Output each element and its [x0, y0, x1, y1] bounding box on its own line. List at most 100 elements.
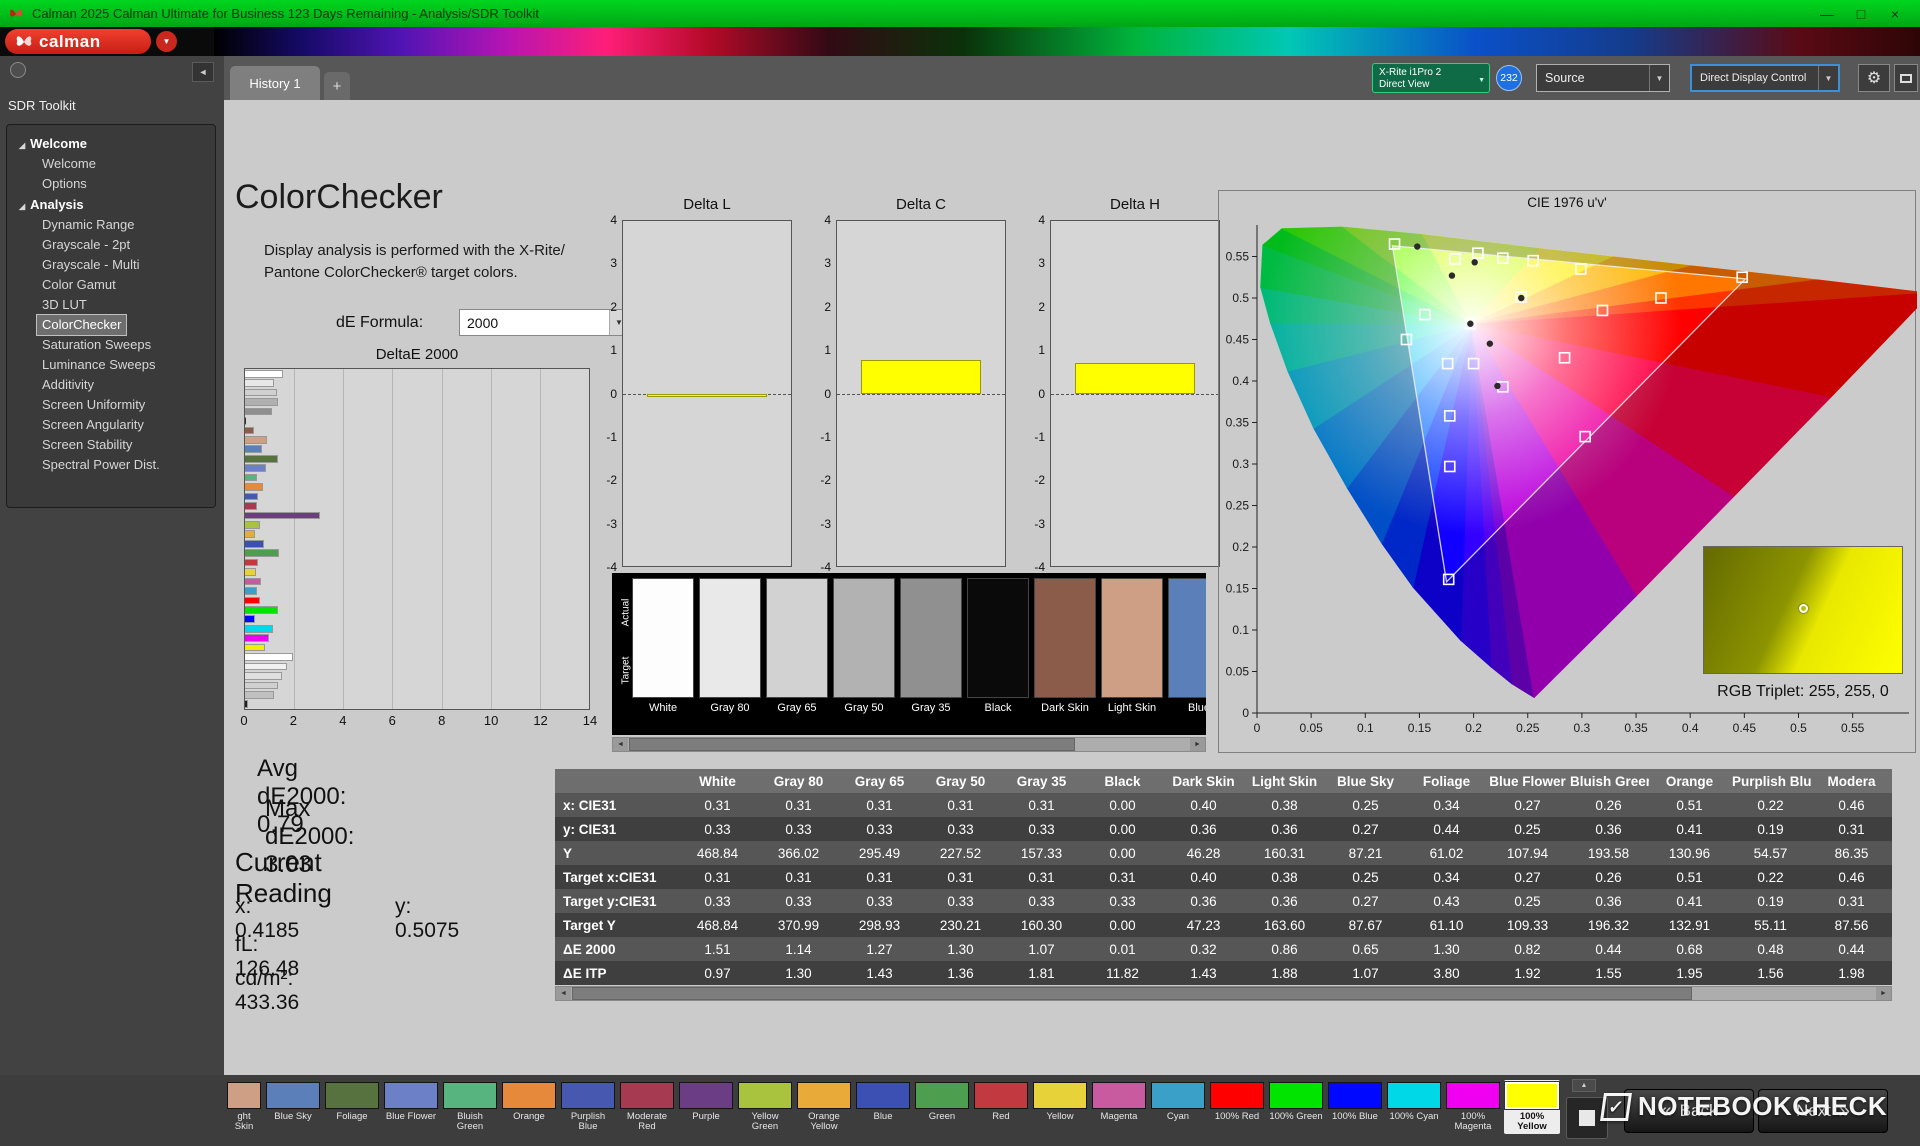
sidebar-item-3d-lut[interactable]: 3D LUT — [37, 295, 92, 315]
gridline — [491, 369, 492, 709]
sidebar-collapse-button[interactable]: ◄ — [192, 62, 214, 82]
svg-text:0.4: 0.4 — [1682, 721, 1699, 735]
patch-green[interactable]: Green — [914, 1080, 970, 1134]
stop-measure-button[interactable] — [1566, 1097, 1608, 1139]
table-scrollbar[interactable]: ◄ ► — [555, 986, 1892, 1001]
display-control-selector[interactable]: Direct Display Control ▼ — [1690, 64, 1840, 92]
patch-yellow-green[interactable]: Yellow Green — [737, 1080, 793, 1134]
meter-selector[interactable]: X-Rite i1Pro 2 Direct View ▼ — [1372, 63, 1490, 93]
patch-bluish-green[interactable]: Bluish Green — [442, 1080, 498, 1134]
deltae-bar-white-80 — [245, 664, 286, 670]
sidebar-title: SDR Toolkit — [8, 98, 76, 113]
swatch-chips: WhiteGray 80Gray 65Gray 50Gray 35BlackDa… — [632, 578, 1206, 714]
sidebar-item-additivity[interactable]: Additivity — [37, 375, 99, 395]
sidebar-item-dynamic-range[interactable]: Dynamic Range — [37, 215, 140, 235]
tree-section-welcome[interactable]: ◢Welcome — [7, 133, 215, 154]
scroll-right-icon[interactable]: ► — [1876, 987, 1891, 1000]
deltae-bar-white-40 — [245, 683, 277, 689]
sidebar-item-color-gamut[interactable]: Color Gamut — [37, 275, 121, 295]
swatch-scrollbar[interactable]: ◄ ► — [612, 737, 1206, 752]
deltae-bar-bluish-green — [245, 475, 256, 481]
deltae-bar-magenta — [245, 579, 260, 585]
patch-blue[interactable]: Blue — [855, 1080, 911, 1134]
y-axis-labels: 43210-1-2-3-4 — [600, 220, 622, 567]
patch-100-red[interactable]: 100% Red — [1209, 1080, 1265, 1134]
sidebar-item-grayscale-2pt[interactable]: Grayscale - 2pt — [37, 235, 135, 255]
svg-text:0.3: 0.3 — [1232, 457, 1249, 471]
logo-menu-button[interactable]: ▼ — [156, 31, 177, 52]
de-formula-value: 2000 — [460, 315, 609, 331]
scroll-right-icon[interactable]: ► — [1190, 738, 1205, 751]
patch-100-magenta[interactable]: 100% Magenta — [1445, 1080, 1501, 1134]
workflow-home-button[interactable] — [10, 62, 26, 78]
results-table-wrap: WhiteGray 80Gray 65Gray 50Gray 35BlackDa… — [555, 769, 1892, 985]
settings-button[interactable]: ⚙ — [1858, 64, 1890, 92]
main-content: ColorChecker Display analysis is perform… — [224, 100, 1920, 1075]
title-bar: Calman 2025 Calman Ultimate for Business… — [0, 0, 1920, 27]
patch-100-green[interactable]: 100% Green — [1268, 1080, 1324, 1134]
svg-text:0: 0 — [1242, 706, 1249, 720]
column-header-light-skin: Light Skin — [1244, 769, 1325, 793]
patch-orange-yellow[interactable]: Orange Yellow — [796, 1080, 852, 1134]
sidebar-item-luminance-sweeps[interactable]: Luminance Sweeps — [37, 355, 160, 375]
source-selector[interactable]: Source ▼ — [1536, 64, 1670, 92]
patch-orange[interactable]: Orange — [501, 1080, 557, 1134]
sidebar-item-screen-angularity[interactable]: Screen Angularity — [37, 415, 149, 435]
expander-icon: ◢ — [19, 141, 25, 150]
patch-blue-flower[interactable]: Blue Flower — [383, 1080, 439, 1134]
chart-title: Delta H — [1028, 196, 1220, 220]
cie-title: CIE 1976 u'v' — [1219, 191, 1915, 213]
sidebar-item-spectral-power-dist[interactable]: Spectral Power Dist. — [37, 455, 165, 475]
sidebar-item-grayscale-multi[interactable]: Grayscale - Multi — [37, 255, 145, 275]
sidebar-item-options[interactable]: Options — [37, 174, 92, 194]
back-button[interactable]: « Back — [1624, 1089, 1754, 1133]
scrollbar-thumb[interactable] — [629, 738, 1075, 751]
patch-100-yellow[interactable]: 100% Yellow — [1504, 1080, 1560, 1134]
patch-magenta[interactable]: Magenta — [1091, 1080, 1147, 1134]
sidebar-item-welcome[interactable]: Welcome — [37, 154, 101, 174]
scrollbar-thumb[interactable] — [572, 987, 1692, 1000]
patch-moderate-red[interactable]: Moderate Red — [619, 1080, 675, 1134]
sidebar-item-screen-stability[interactable]: Screen Stability — [37, 435, 137, 455]
swatch-dark-skin: Dark Skin — [1034, 578, 1096, 714]
maximize-button[interactable]: □ — [1844, 6, 1878, 22]
close-button[interactable]: × — [1878, 6, 1912, 22]
patch-purplish-blue[interactable]: Purplish Blue — [560, 1080, 616, 1134]
deltae-bar-blue — [245, 541, 263, 547]
deltae-bar-white-60 — [245, 673, 281, 679]
next-button[interactable]: Next » — [1758, 1089, 1888, 1133]
patch-red[interactable]: Red — [973, 1080, 1029, 1134]
patch-100-blue[interactable]: 100% Blue — [1327, 1080, 1383, 1134]
reading-y: y: 0.5075 — [395, 895, 459, 943]
deltae-bar-dark-skin — [245, 428, 253, 434]
minimize-button[interactable]: — — [1810, 6, 1844, 22]
scroll-left-icon[interactable]: ◄ — [613, 738, 628, 751]
deltae-bar-blue-sky — [245, 446, 261, 452]
patch-yellow[interactable]: Yellow — [1032, 1080, 1088, 1134]
patch-purple[interactable]: Purple — [678, 1080, 734, 1134]
swatch-gray-80: Gray 80 — [699, 578, 761, 714]
x-tick-label: 12 — [533, 713, 547, 728]
patch-foliage[interactable]: Foliage — [324, 1080, 380, 1134]
reading-cd: cd/m²: 433.36 — [235, 967, 299, 1015]
delta-bar — [861, 360, 982, 394]
tab-history-1[interactable]: History 1 — [230, 66, 320, 100]
chart-title: Delta L — [600, 196, 792, 220]
new-tab-button[interactable]: + — [324, 72, 350, 100]
scroll-left-icon[interactable]: ◄ — [556, 987, 571, 1000]
patch-cyan[interactable]: Cyan — [1150, 1080, 1206, 1134]
display-settings-button[interactable] — [1894, 64, 1918, 92]
svg-text:0: 0 — [1254, 721, 1261, 735]
tree-section-analysis[interactable]: ◢Analysis — [7, 194, 215, 215]
sidebar-item-colorchecker[interactable]: ColorChecker — [37, 315, 126, 335]
patch-ght-skin[interactable]: ght Skin — [226, 1080, 262, 1134]
patch-scroll-up-button[interactable]: ▲ — [1572, 1079, 1596, 1092]
chevron-down-icon: ▼ — [1649, 65, 1669, 91]
patch-blue-sky[interactable]: Blue Sky — [265, 1080, 321, 1134]
deltae-bar-light-skin — [245, 437, 266, 443]
column-header-gray-80: Gray 80 — [758, 769, 839, 793]
deltae-bar-foliage — [245, 456, 277, 462]
sidebar-item-screen-uniformity[interactable]: Screen Uniformity — [37, 395, 150, 415]
sidebar-item-saturation-sweeps[interactable]: Saturation Sweeps — [37, 335, 156, 355]
patch-100-cyan[interactable]: 100% Cyan — [1386, 1080, 1442, 1134]
